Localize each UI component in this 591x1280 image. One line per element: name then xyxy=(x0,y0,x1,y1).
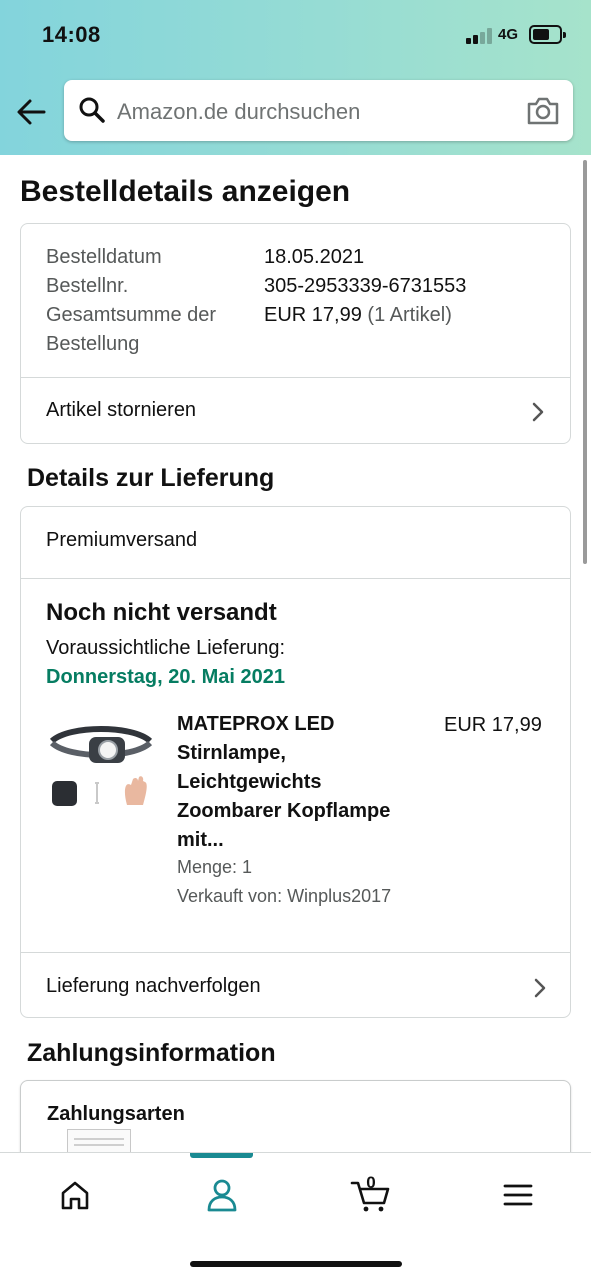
chevron-right-icon xyxy=(532,402,544,422)
product-price: EUR 17,99 xyxy=(444,714,542,736)
cart-button[interactable]: 0 xyxy=(350,1173,392,1213)
product-title-line: mit... xyxy=(177,829,224,851)
status-time: 14:08 xyxy=(42,22,101,47)
chevron-right-icon xyxy=(534,978,546,998)
payment-heading: Zahlungsinformation xyxy=(27,1039,276,1067)
payment-card: Zahlungsarten xyxy=(20,1080,571,1153)
account-icon[interactable] xyxy=(202,1177,242,1213)
delivery-heading: Details zur Lieferung xyxy=(27,464,275,492)
status-bar: 14:08 4G xyxy=(0,0,591,70)
signal-icon xyxy=(466,28,494,44)
order-total-label-2: Bestellung xyxy=(46,333,140,355)
active-tab-indicator xyxy=(190,1153,253,1158)
order-number-value: 305-2953339-6731553 xyxy=(264,275,467,297)
camera-icon[interactable] xyxy=(526,96,560,126)
shipment-status: Noch nicht versandt xyxy=(46,599,277,626)
search-input[interactable]: Amazon.de durchsuchen xyxy=(117,99,360,125)
order-date-value: 18.05.2021 xyxy=(264,246,365,268)
cancel-items-row[interactable]: Artikel stornieren xyxy=(21,378,570,444)
order-total-label: Gesamtsumme der xyxy=(46,304,217,326)
cart-count: 0 xyxy=(366,1173,376,1192)
eta-label: Voraussichtliche Lieferung: xyxy=(46,637,286,659)
order-number-label: Bestellnr. xyxy=(46,275,129,297)
order-total-value: EUR 17,99 (1 Artikel) xyxy=(264,301,452,330)
order-summary-card: Bestelldatum 18.05.2021 Bestellnr. 305-2… xyxy=(20,223,571,444)
menu-icon[interactable] xyxy=(498,1177,538,1213)
battery-icon xyxy=(529,25,566,44)
order-details-content[interactable]: Bestelldetails anzeigen Bestelldatum 18.… xyxy=(0,155,591,1153)
product-title[interactable]: MATEPROX LED Stirnlampe, Leichtgewichts … xyxy=(177,710,427,855)
track-delivery-row[interactable]: Lieferung nachverfolgen xyxy=(21,953,570,1018)
top-bar: 14:08 4G Amazon.de durchsuchen xyxy=(0,0,591,155)
product-title-line: Leichtgewichts xyxy=(177,771,322,793)
search-bar[interactable]: Amazon.de durchsuchen xyxy=(64,80,573,141)
order-date-label: Bestelldatum xyxy=(46,246,162,268)
product-title-line: Stirnlampe, xyxy=(177,742,286,764)
eta-date: Donnerstag, 20. Mai 2021 xyxy=(46,666,285,688)
order-item-count: (1 Artikel) xyxy=(367,304,452,326)
divider xyxy=(21,578,570,579)
shipping-method: Premiumversand xyxy=(46,529,198,551)
product-title-line: Zoombarer Kopflampe xyxy=(177,800,391,822)
track-delivery-link[interactable]: Lieferung nachverfolgen xyxy=(46,975,261,998)
order-total-amount: EUR 17,99 xyxy=(264,304,362,326)
home-icon[interactable] xyxy=(55,1177,95,1213)
network-type: 4G xyxy=(498,26,519,43)
product-image[interactable] xyxy=(49,719,153,815)
cancel-items-link[interactable]: Artikel stornieren xyxy=(46,399,196,422)
scrollbar[interactable] xyxy=(583,160,587,564)
product-title-line: MATEPROX LED xyxy=(177,713,335,735)
product-quantity: Menge: 1 xyxy=(177,857,253,877)
payment-card-image xyxy=(67,1129,131,1153)
home-indicator xyxy=(190,1261,402,1267)
delivery-card: Premiumversand Noch nicht versandt Vorau… xyxy=(20,506,571,1018)
page-title: Bestelldetails anzeigen xyxy=(20,175,351,208)
product-seller: Verkauft von: Winplus2017 xyxy=(177,886,392,906)
payment-methods-label: Zahlungsarten xyxy=(47,1103,185,1125)
back-arrow-icon[interactable] xyxy=(14,94,50,130)
search-icon xyxy=(79,97,105,123)
